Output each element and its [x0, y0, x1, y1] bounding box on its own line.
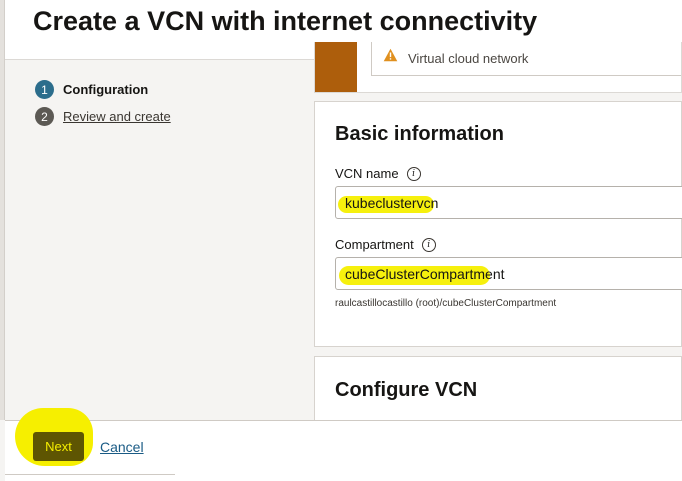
compartment-select[interactable]: cubeClusterCompartment [335, 257, 682, 290]
step-number-2: 2 [35, 107, 54, 126]
warning-icon [383, 48, 398, 62]
step-label-configuration: Configuration [63, 82, 149, 97]
banner-accent-stripe [315, 42, 357, 92]
compartment-label-text: Compartment [335, 237, 414, 252]
banner-inner-box: Virtual cloud network [371, 42, 681, 76]
configure-vcn-title: Configure VCN [335, 379, 478, 401]
step-label-review-and-create[interactable]: Review and create [63, 109, 171, 124]
next-button[interactable]: Next [33, 432, 84, 461]
warning-banner: Virtual cloud network [314, 42, 682, 93]
info-icon[interactable]: i [421, 237, 436, 252]
banner-text: Virtual cloud network [408, 51, 529, 66]
compartment-path-hint: raulcastillocastillo (root)/cubeClusterC… [335, 298, 557, 309]
wizard-footer: Next Cancel [5, 408, 682, 481]
vcn-name-label: VCN name i [335, 166, 421, 182]
step-number-1: 1 [35, 80, 54, 99]
compartment-label: Compartment i [335, 237, 436, 253]
page-title: Create a VCN with internet connectivity [33, 6, 538, 36]
cancel-link[interactable]: Cancel [100, 439, 144, 455]
left-edge [0, 0, 5, 420]
basic-information-title: Basic information [335, 123, 504, 145]
vcn-name-label-text: VCN name [335, 166, 399, 181]
vcn-name-value: kubeclustervcn [345, 195, 439, 211]
vcn-name-input[interactable]: kubeclustervcn [335, 186, 682, 219]
basic-information-card: Basic information VCN name i kubeclusterv… [314, 101, 682, 347]
info-icon[interactable]: i [406, 166, 421, 181]
footer-divider [5, 474, 175, 475]
compartment-value: cubeClusterCompartment [345, 266, 505, 282]
